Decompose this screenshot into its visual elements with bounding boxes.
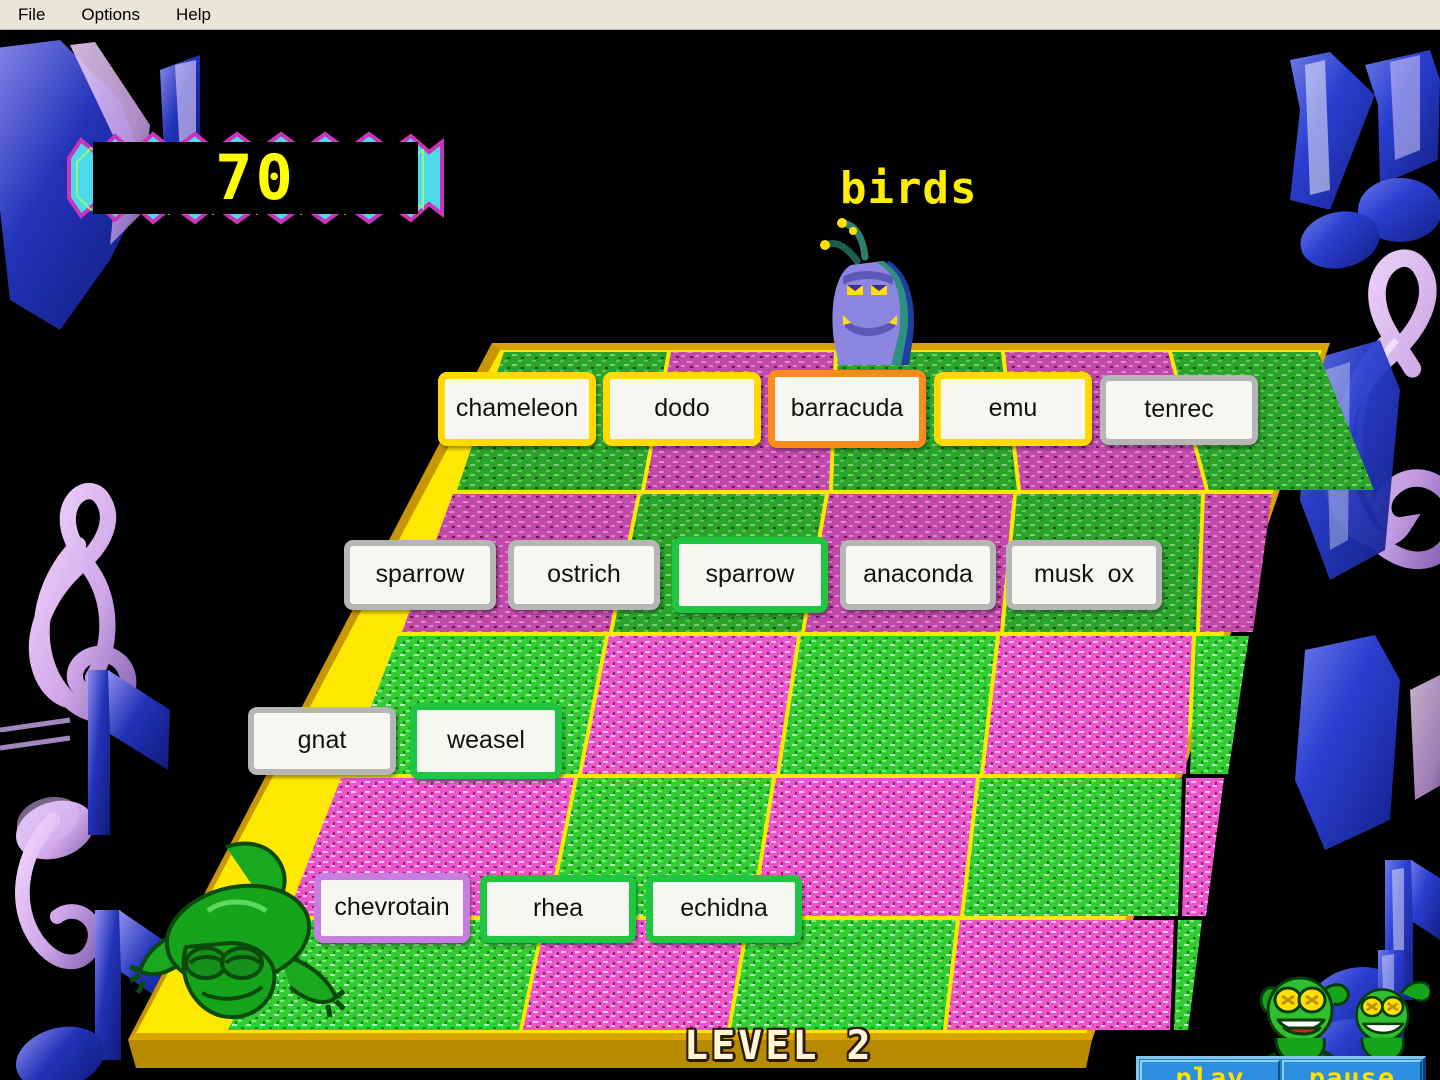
word-card-label: echidna — [680, 893, 768, 922]
word-card-label: emu — [988, 393, 1038, 422]
word-card[interactable]: sparrow — [344, 540, 496, 610]
word-card[interactable]: ostrich — [508, 540, 660, 610]
monster-icon — [820, 218, 914, 365]
menu-file[interactable]: File — [14, 4, 59, 26]
play-button[interactable]: play — [1140, 1060, 1280, 1080]
word-card[interactable]: sparrow — [672, 537, 828, 613]
word-card-label: barracuda — [790, 393, 904, 422]
word-card[interactable]: emu — [934, 372, 1092, 446]
word-card[interactable]: dodo — [603, 372, 761, 446]
category-word: birds — [840, 163, 978, 214]
menu-help[interactable]: Help — [172, 4, 225, 26]
word-card[interactable]: gnat — [248, 707, 396, 775]
score-panel: 70 — [63, 118, 448, 240]
word-card[interactable]: anaconda — [840, 540, 996, 610]
level-label: LEVEL 2 — [684, 1023, 874, 1069]
score-display: 70 — [93, 142, 418, 214]
word-card-label: ostrich — [547, 559, 621, 588]
word-card-label: anaconda — [863, 559, 973, 588]
word-card[interactable]: rhea — [480, 875, 636, 943]
word-card-label: chevrotain — [334, 892, 450, 921]
menu-options[interactable]: Options — [77, 4, 154, 26]
word-card[interactable]: barracuda — [768, 370, 926, 448]
frog-icon — [128, 841, 346, 1020]
corner-frogs-characters — [1258, 960, 1433, 1063]
pause-button[interactable]: pause — [1282, 1060, 1422, 1080]
word-card[interactable]: weasel — [410, 703, 562, 779]
word-card[interactable]: echidna — [646, 875, 802, 943]
word-card-label: gnat — [297, 725, 347, 754]
word-card[interactable]: chameleon — [438, 372, 596, 446]
corner-frogs-icon — [1259, 976, 1433, 1063]
green-frog-character — [128, 835, 346, 1025]
menu-bar: File Options Help — [0, 0, 1440, 30]
word-card[interactable]: musk ox — [1006, 540, 1162, 610]
word-card[interactable]: chevrotain — [314, 873, 470, 943]
word-card-label: rhea — [532, 893, 584, 922]
word-card-label: sparrow — [705, 559, 795, 588]
word-card-label: chameleon — [455, 393, 579, 422]
game-stage: 70 birds chameleon dodo barracuda emu te… — [0, 30, 1440, 1080]
word-card-label: musk ox — [1033, 559, 1135, 588]
transport-controls: play pause — [1136, 1056, 1426, 1080]
word-card[interactable]: tenrec — [1100, 375, 1258, 445]
word-card-label: sparrow — [375, 559, 465, 588]
purple-monster-character — [805, 215, 945, 365]
game-window: File Options Help 70 birds chameleon dod… — [0, 0, 1440, 1080]
score-value: 70 — [215, 141, 296, 214]
word-card-label: tenrec — [1144, 394, 1214, 423]
word-card-label: dodo — [654, 393, 710, 422]
word-card-label: weasel — [447, 725, 525, 754]
